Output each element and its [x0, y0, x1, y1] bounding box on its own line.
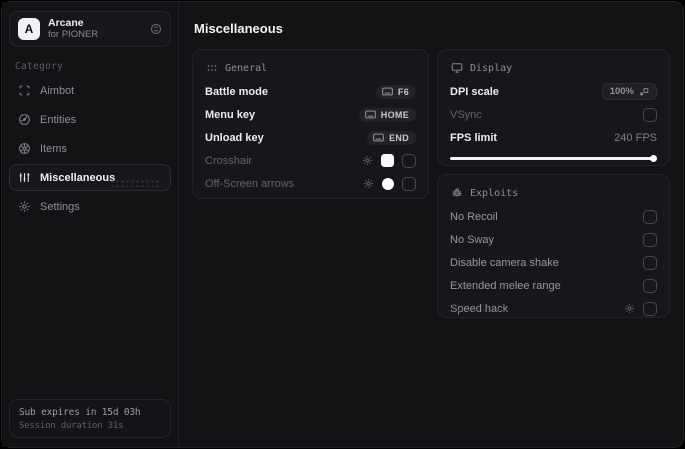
- decorative-dots: [110, 179, 162, 187]
- setting-label: FPS limit: [450, 131, 498, 144]
- setting-label: Disable camera shake: [450, 256, 559, 269]
- scale-icon: [639, 87, 649, 97]
- keyboard-icon: [382, 87, 393, 96]
- setting-label: Extended melee range: [450, 279, 561, 292]
- grid-dots-icon: [206, 62, 218, 74]
- sub-expires-text: Sub expires in 15d 03h: [19, 407, 141, 418]
- fps-slider-knob[interactable]: [649, 155, 657, 162]
- scan-icon: [18, 84, 31, 97]
- setting-row-offscreen-arrows: Off-Screen arrows: [205, 172, 416, 195]
- setting-label: Off-Screen arrows: [205, 177, 295, 190]
- radar-icon: [18, 113, 31, 126]
- subscription-info: Sub expires in 15d 03h Session duration …: [9, 399, 171, 438]
- panel-exploits: Exploits No Recoil No Sway Disable camer…: [437, 174, 670, 318]
- vsync-checkbox[interactable]: [643, 107, 657, 122]
- setting-label: Menu key: [205, 108, 256, 121]
- setting-row-vsync: VSync: [450, 103, 657, 126]
- setting-row-no-sway: No Sway: [450, 228, 657, 251]
- gear-icon[interactable]: [363, 178, 374, 189]
- setting-label: Crosshair: [205, 154, 253, 167]
- page-title: Miscellaneous: [194, 21, 283, 36]
- setting-label: Unload key: [205, 131, 264, 144]
- setting-row-unload-key: Unload key END: [205, 126, 416, 149]
- no-recoil-checkbox[interactable]: [643, 209, 657, 224]
- sidebar: A Arcane for PIONER Category Aimbot Enti…: [2, 2, 179, 447]
- color-swatch[interactable]: [381, 154, 394, 167]
- gear-icon[interactable]: [624, 303, 635, 314]
- category-label: Category: [15, 61, 64, 72]
- brand-card: A Arcane for PIONER: [9, 11, 171, 47]
- offscreen-arrows-checkbox[interactable]: [402, 176, 416, 191]
- panel-display: Display DPI scale 100% VSync FPS limit 2…: [437, 49, 670, 166]
- panel-title: Exploits: [470, 187, 519, 199]
- setting-row-fps-limit: FPS limit 240 FPS: [450, 126, 657, 149]
- app-logo: A: [18, 18, 40, 40]
- sidebar-nav: Aimbot Entities Items Miscellaneous Sett…: [9, 76, 171, 221]
- gear-icon: [18, 200, 31, 213]
- keyboard-icon: [365, 110, 376, 119]
- sidebar-item-label: Aimbot: [40, 84, 75, 97]
- keyboard-icon: [373, 133, 384, 142]
- panel-title: General: [225, 62, 268, 74]
- gear-icon[interactable]: [362, 155, 373, 166]
- setting-label: Battle mode: [205, 85, 268, 98]
- decorative-dots: [446, 303, 504, 313]
- keybind-button[interactable]: HOME: [358, 107, 416, 122]
- color-swatch[interactable]: [382, 177, 394, 190]
- setting-label: DPI scale: [450, 85, 499, 98]
- setting-row-battle-mode: Battle mode F6: [205, 80, 416, 103]
- sidebar-item-label: Entities: [40, 113, 77, 126]
- setting-row-dpi-scale: DPI scale 100%: [450, 80, 657, 103]
- sidebar-item-label: Settings: [40, 200, 80, 213]
- setting-row-extended-melee-range: Extended melee range: [450, 274, 657, 297]
- fps-value: 240 FPS: [614, 131, 657, 144]
- sidebar-item-aimbot[interactable]: Aimbot: [9, 77, 171, 104]
- sync-icon[interactable]: [150, 23, 162, 35]
- sidebar-item-entities[interactable]: Entities: [9, 106, 171, 133]
- setting-row-disable-camera-shake: Disable camera shake: [450, 251, 657, 274]
- disable-camera-shake-checkbox[interactable]: [643, 255, 657, 270]
- setting-row-menu-key: Menu key HOME: [205, 103, 416, 126]
- panel-general: General Battle mode F6 Menu key HOME Unl…: [192, 49, 429, 199]
- setting-label: VSync: [450, 108, 482, 121]
- sliders-icon: [18, 171, 31, 184]
- package-icon: [18, 142, 31, 155]
- dpi-scale-select[interactable]: 100%: [601, 83, 657, 100]
- setting-label: No Recoil: [450, 210, 498, 223]
- no-sway-checkbox[interactable]: [643, 232, 657, 247]
- panel-title: Display: [470, 62, 513, 74]
- sidebar-item-miscellaneous[interactable]: Miscellaneous: [9, 164, 171, 191]
- keybind-button[interactable]: F6: [375, 84, 416, 99]
- setting-row-no-recoil: No Recoil: [450, 205, 657, 228]
- app-window: A Arcane for PIONER Category Aimbot Enti…: [1, 1, 684, 448]
- sidebar-item-label: Miscellaneous: [40, 171, 116, 184]
- sidebar-item-settings[interactable]: Settings: [9, 193, 171, 220]
- fps-slider[interactable]: [450, 155, 657, 162]
- sidebar-item-label: Items: [40, 142, 67, 155]
- app-subtitle: for PIONER: [48, 29, 99, 41]
- main-content: Miscellaneous General Battle mode F6 Men…: [179, 2, 683, 447]
- setting-label: No Sway: [450, 233, 495, 246]
- setting-row-crosshair: Crosshair: [205, 149, 416, 172]
- app-name: Arcane: [48, 17, 84, 29]
- fps-slider-fill: [450, 157, 653, 160]
- sidebar-item-items[interactable]: Items: [9, 135, 171, 162]
- keybind-button[interactable]: END: [367, 130, 416, 145]
- speed-hack-checkbox[interactable]: [643, 301, 657, 316]
- crosshair-checkbox[interactable]: [402, 153, 416, 168]
- extended-melee-range-checkbox[interactable]: [643, 278, 657, 293]
- session-duration-text: Session duration 31s: [19, 421, 124, 431]
- bug-icon: [451, 187, 463, 199]
- monitor-icon: [451, 62, 463, 74]
